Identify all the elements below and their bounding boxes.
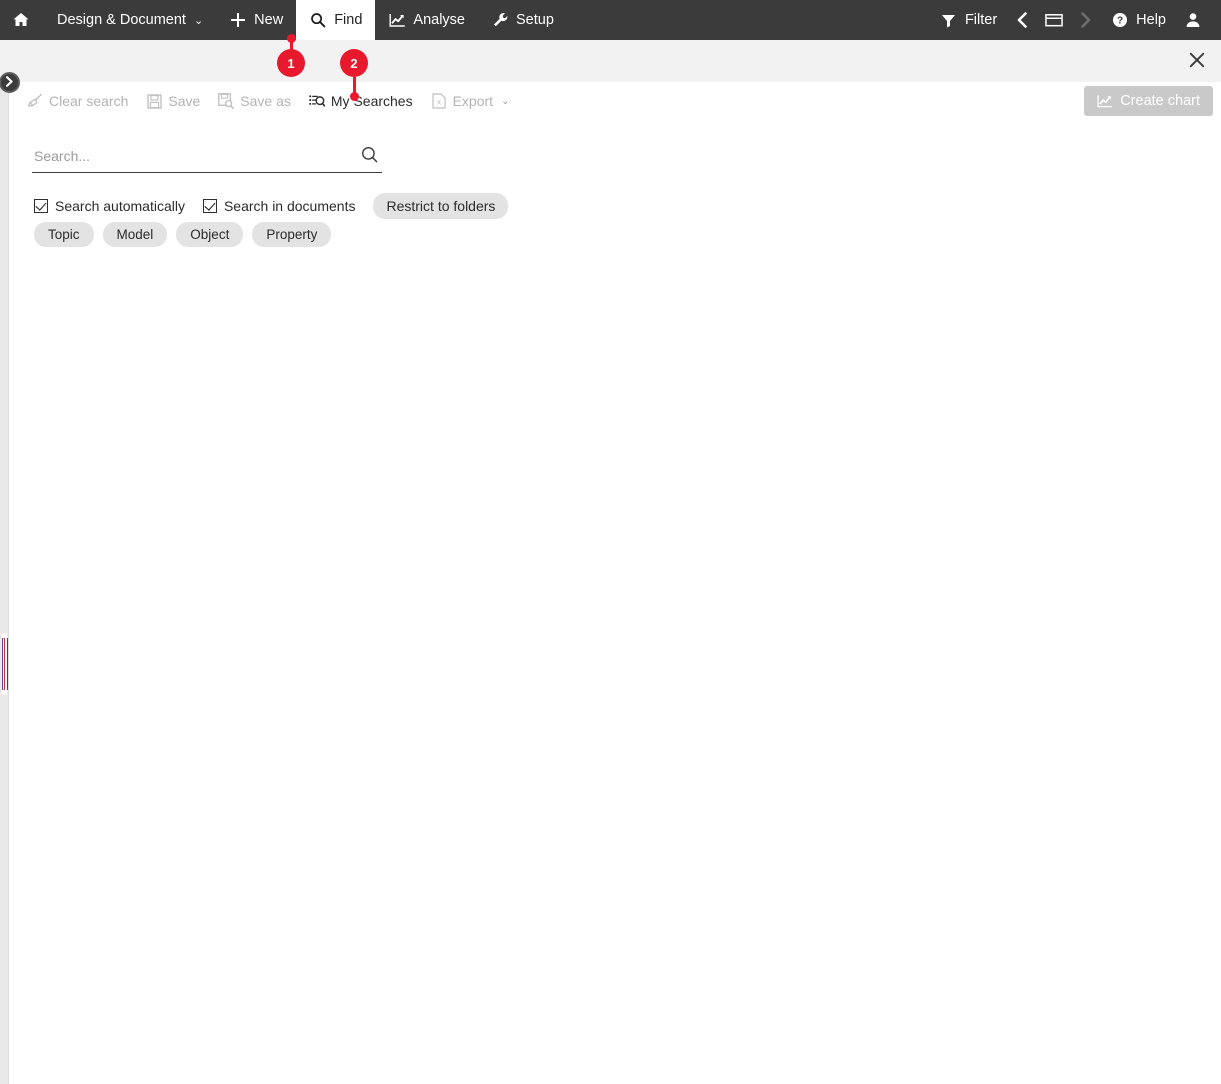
top-nav-right-group: Filter ? Help — [931, 0, 1221, 40]
svg-text:x: x — [437, 98, 441, 107]
save-as-label: Save as — [240, 93, 291, 109]
restrict-to-folders-button[interactable]: Restrict to folders — [373, 193, 509, 219]
expand-panel-button[interactable] — [0, 72, 20, 93]
search-automatically-checkbox[interactable]: Search automatically — [34, 198, 185, 214]
nav-item-analyse[interactable]: Analyse — [375, 0, 478, 40]
save-label: Save — [168, 93, 201, 109]
floppy-disk-icon — [146, 93, 162, 109]
chart-line-icon — [1097, 93, 1113, 109]
search-scope-chip-row: Topic Model Object Property — [34, 222, 332, 247]
search-row — [32, 145, 382, 173]
find-page-content: Clear search Save Save as My Searches x … — [10, 82, 1221, 1084]
chevron-right-icon — [5, 75, 14, 90]
close-button[interactable] — [1183, 47, 1211, 75]
floppy-disk-search-icon — [218, 93, 235, 109]
chip-property[interactable]: Property — [252, 222, 332, 247]
next-button[interactable] — [1070, 11, 1102, 29]
filter-label: Filter — [964, 12, 998, 28]
save-button[interactable]: Save — [137, 89, 209, 113]
search-options-row: Search automatically Search in documents… — [34, 193, 509, 219]
nav-label-new: New — [254, 12, 284, 28]
top-navigation-bar: Design & Document ⌄ New Find Analyse Set… — [0, 0, 1221, 40]
chevron-left-icon — [1013, 11, 1031, 29]
window-button[interactable] — [1038, 11, 1070, 29]
home-icon — [12, 11, 30, 29]
help-label: Help — [1136, 12, 1166, 28]
nav-label-find: Find — [334, 12, 363, 28]
checkbox-icon — [34, 199, 48, 213]
question-circle-icon: ? — [1111, 11, 1129, 29]
create-chart-label: Create chart — [1120, 93, 1200, 109]
annotation-badge-1: 1 — [277, 49, 305, 77]
panel-splitter-handle[interactable] — [1, 633, 8, 695]
chart-line-icon — [388, 11, 406, 29]
annotation-dot-1 — [287, 34, 296, 43]
chevron-down-icon: ⌄ — [193, 14, 204, 27]
save-as-button[interactable]: Save as — [209, 89, 300, 113]
nav-label-analyse: Analyse — [413, 12, 465, 28]
nav-label-design-and-document: Design & Document — [57, 12, 186, 28]
user-account-button[interactable] — [1175, 11, 1211, 29]
previous-button[interactable] — [1006, 11, 1038, 29]
export-button[interactable]: x Export ⌄ — [422, 89, 519, 113]
chevron-down-icon: ⌄ — [501, 95, 510, 107]
search-submit-button[interactable] — [358, 145, 380, 167]
create-chart-button[interactable]: Create chart — [1084, 86, 1213, 116]
help-button[interactable]: ? Help — [1102, 11, 1175, 29]
search-in-documents-label: Search in documents — [223, 198, 356, 214]
my-searches-button[interactable]: My Searches — [300, 89, 422, 113]
annotation-stem-2 — [353, 77, 356, 93]
close-icon — [1189, 52, 1205, 71]
chevron-right-icon — [1077, 11, 1095, 29]
excel-file-icon: x — [431, 93, 447, 109]
nav-item-setup[interactable]: Setup — [478, 0, 567, 40]
user-icon — [1184, 11, 1202, 29]
search-input[interactable] — [32, 146, 358, 166]
checkbox-icon — [202, 199, 217, 213]
plus-icon — [229, 11, 247, 29]
clear-search-button[interactable]: Clear search — [18, 89, 137, 113]
export-label: Export — [452, 93, 494, 109]
nav-label-setup: Setup — [516, 12, 554, 28]
nav-item-design-and-document[interactable]: Design & Document ⌄ — [44, 0, 216, 40]
broom-icon — [27, 93, 43, 109]
wrench-icon — [491, 11, 509, 29]
search-in-documents-checkbox[interactable]: Search in documents — [202, 198, 356, 214]
magnifier-icon — [361, 146, 378, 166]
top-nav-left-group: Design & Document ⌄ New Find Analyse Set… — [0, 0, 567, 40]
annotation-badge-2: 2 — [340, 49, 368, 77]
nav-item-new[interactable]: New — [216, 0, 296, 40]
annotation-dot-2 — [350, 92, 359, 101]
my-searches-label: My Searches — [330, 93, 413, 109]
left-collapsed-panel-rail — [0, 82, 9, 1084]
funnel-icon — [940, 11, 958, 29]
search-field-wrapper — [32, 145, 382, 173]
magnifier-icon — [309, 11, 327, 29]
filter-button[interactable]: Filter — [931, 11, 1006, 29]
secondary-gray-band — [0, 40, 1221, 82]
svg-text:?: ? — [1117, 16, 1123, 27]
home-button[interactable] — [0, 0, 44, 40]
window-icon — [1045, 11, 1063, 29]
clear-search-label: Clear search — [49, 93, 129, 109]
nav-item-find[interactable]: Find — [296, 0, 376, 40]
chip-object[interactable]: Object — [176, 222, 244, 247]
chip-topic[interactable]: Topic — [34, 222, 94, 247]
search-automatically-label: Search automatically — [55, 198, 185, 214]
chip-model[interactable]: Model — [102, 222, 168, 247]
find-action-toolbar: Clear search Save Save as My Searches x … — [10, 82, 1221, 120]
list-search-icon — [309, 93, 325, 109]
